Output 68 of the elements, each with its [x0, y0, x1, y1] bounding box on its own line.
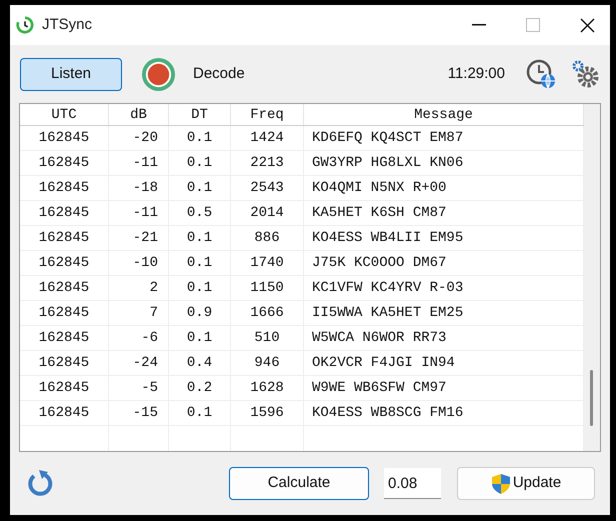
table-cell: 162845	[20, 176, 109, 200]
settings-icon[interactable]	[570, 59, 600, 89]
table-cell: 0.1	[169, 176, 231, 200]
table-cell: 946	[231, 351, 304, 375]
table-cell: 0.9	[169, 301, 231, 325]
offset-field[interactable]: 0.08	[384, 468, 441, 499]
table-cell: 1740	[231, 251, 304, 275]
table-cell: -21	[109, 226, 169, 250]
column-header[interactable]: DT	[169, 104, 231, 125]
table-cell: 7	[109, 301, 169, 325]
app-logo-icon	[16, 16, 34, 34]
table-cell: 1666	[231, 301, 304, 325]
table-cell: 162845	[20, 376, 109, 400]
column-header[interactable]: Freq	[231, 104, 304, 125]
table-cell: 162845	[20, 326, 109, 350]
table-cell: 1424	[231, 126, 304, 150]
decode-label: Decode	[193, 64, 245, 84]
table-cell: -24	[109, 351, 169, 375]
table-cell: 2213	[231, 151, 304, 175]
table-cell: 162845	[20, 401, 109, 425]
table-cell: 0.5	[169, 201, 231, 225]
table-cell: -5	[109, 376, 169, 400]
table-cell: 0.4	[169, 351, 231, 375]
close-icon	[580, 18, 594, 32]
table-cell: 162845	[20, 276, 109, 300]
listen-button[interactable]: Listen	[20, 58, 122, 90]
table-cell: 2014	[231, 201, 304, 225]
table-cell: 162845	[20, 251, 109, 275]
column-header[interactable]: UTC	[20, 104, 109, 125]
table-cell: 0.1	[169, 276, 231, 300]
table-cell: 0.2	[169, 376, 231, 400]
table-cell: 162845	[20, 151, 109, 175]
clock-globe-icon[interactable]	[526, 59, 556, 89]
record-icon[interactable]	[141, 56, 176, 92]
table-cell: 162845	[20, 301, 109, 325]
table-cell: 0.1	[169, 326, 231, 350]
calculate-button[interactable]: Calculate	[229, 467, 369, 500]
shield-icon	[490, 472, 511, 494]
table-cell: 2	[109, 276, 169, 300]
table-cell: 886	[231, 226, 304, 250]
table-cell: -11	[109, 201, 169, 225]
column-header[interactable]: dB	[109, 104, 169, 125]
table-cell: 0.1	[169, 401, 231, 425]
table-cell: 162845	[20, 201, 109, 225]
table-cell: 1596	[231, 401, 304, 425]
table-cell: 162845	[20, 351, 109, 375]
table-cell: 0.1	[169, 226, 231, 250]
maximize-icon	[526, 18, 540, 32]
table-cell: -11	[109, 151, 169, 175]
table-cell: 0.1	[169, 126, 231, 150]
table-cell: -20	[109, 126, 169, 150]
table-cell: 1628	[231, 376, 304, 400]
table-cell: 1150	[231, 276, 304, 300]
table-cell: -10	[109, 251, 169, 275]
table-cell: 510	[231, 326, 304, 350]
window-title: JTSync	[42, 14, 92, 35]
table-cell: 0.1	[169, 151, 231, 175]
table-cell: 0.1	[169, 251, 231, 275]
update-button[interactable]: Update	[457, 467, 595, 500]
clock-time: 11:29:00	[448, 64, 505, 84]
table-cell: 162845	[20, 226, 109, 250]
scrollbar[interactable]	[584, 104, 600, 451]
table-cell: -6	[109, 326, 169, 350]
table-cell: 162845	[20, 126, 109, 150]
table-cell: -18	[109, 176, 169, 200]
table-cell: -15	[109, 401, 169, 425]
minimize-icon	[472, 24, 486, 26]
table-cell: 2543	[231, 176, 304, 200]
